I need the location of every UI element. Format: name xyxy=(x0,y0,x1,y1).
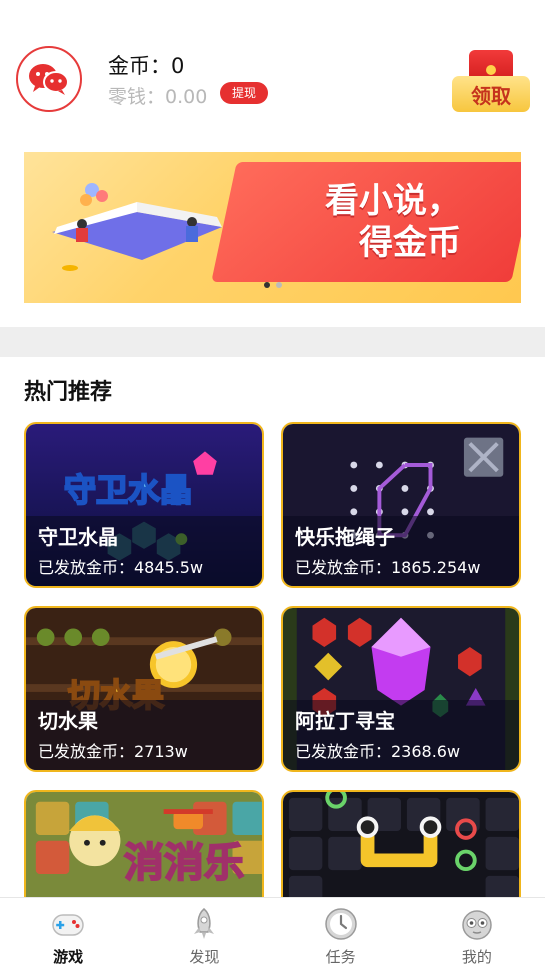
robot-face-icon xyxy=(462,910,492,940)
promo-banner[interactable]: 看小说， 得金币 xyxy=(24,152,521,303)
game-card[interactable]: 阿拉丁寻宝 已发放金币：2368.6w xyxy=(281,606,521,772)
nav-label: 游戏 xyxy=(53,948,84,966)
nav-label: 任务 xyxy=(325,948,356,966)
bottom-nav: 游戏 发现 任务 我的 xyxy=(0,897,545,970)
game-coins-issued: 已发放金币：1865.254w xyxy=(295,558,481,577)
section-title: 热门推荐 xyxy=(24,380,113,405)
open-book-illustration xyxy=(52,183,222,271)
game-coins-issued: 已发放金币：2713w xyxy=(38,742,188,761)
game-title: 阿拉丁寻宝 xyxy=(295,709,395,733)
game-card[interactable]: 快乐拖绳子 已发放金币：1865.254w xyxy=(281,422,521,588)
game-title: 快乐拖绳子 xyxy=(295,525,395,549)
banner-line-2: 得金币 xyxy=(359,223,461,263)
game-coins-issued: 已发放金币：4845.5w xyxy=(38,558,204,577)
nav-item-tasks[interactable]: 任务 xyxy=(273,898,409,970)
section-divider xyxy=(0,327,545,357)
crystal-guard-logo-text: 守卫水晶 xyxy=(64,471,192,509)
game-card[interactable]: 守卫水晶 守卫水晶 已发放金币：4845.5w xyxy=(24,422,264,588)
claim-label: 领取 xyxy=(452,76,530,112)
game-title: 切水果 xyxy=(38,709,98,733)
avatar[interactable] xyxy=(16,46,82,112)
nav-item-me[interactable]: 我的 xyxy=(409,898,545,970)
coin-balance: 金币：0 xyxy=(108,54,185,78)
match-game-logo: 消消乐 xyxy=(123,839,245,887)
banner-line-1: 看小说， xyxy=(325,181,461,221)
gamepad-icon xyxy=(52,914,84,936)
game-title: 守卫水晶 xyxy=(38,525,118,549)
nav-item-games[interactable]: 游戏 xyxy=(0,898,136,970)
pager-dot-active xyxy=(264,282,270,288)
game-coins-issued: 已发放金币：2368.6w xyxy=(295,742,461,761)
claim-button[interactable]: 领取 xyxy=(452,50,530,112)
nav-label: 我的 xyxy=(461,948,492,966)
change-balance: 零钱：0.00 xyxy=(108,86,208,108)
banner-slogan: 看小说， 得金币 xyxy=(325,180,461,264)
nav-item-discover[interactable]: 发现 xyxy=(136,898,272,970)
withdraw-button[interactable]: 提现 xyxy=(220,82,269,104)
rocket-icon xyxy=(194,908,215,939)
game-card[interactable]: 切水果 切水果 已发放金币：2713w xyxy=(24,606,264,772)
wechat-icon xyxy=(29,64,69,95)
header: 金币：0 零钱：0.00 提现 领取 xyxy=(0,0,545,130)
nav-label: 发现 xyxy=(189,948,220,966)
match-game-logo-text: 消消乐 xyxy=(124,840,244,886)
pager-dot xyxy=(276,282,282,288)
clock-icon xyxy=(324,908,357,940)
crystal-guard-logo: 守卫水晶 xyxy=(63,470,193,510)
